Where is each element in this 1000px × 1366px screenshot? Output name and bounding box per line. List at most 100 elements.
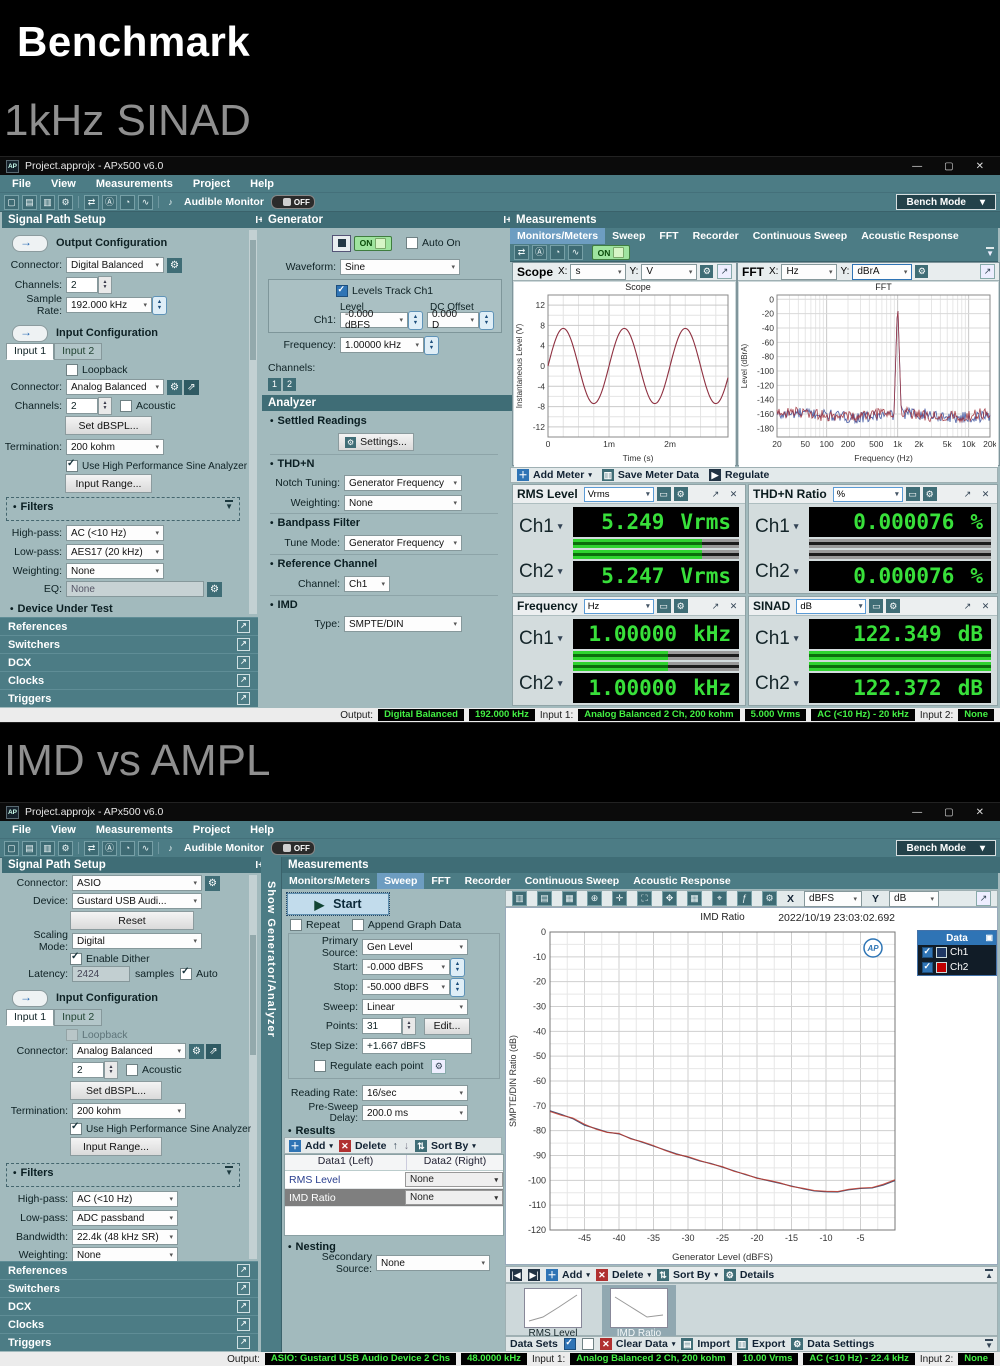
io-config-icon[interactable]: ⇄ xyxy=(514,245,529,260)
thumbnail-rms-level[interactable]: RMS Level xyxy=(524,1288,582,1339)
generator-on-toggle[interactable]: ON xyxy=(354,236,392,251)
regulate-checkbox[interactable] xyxy=(314,1060,326,1072)
last-icon[interactable]: ▶| xyxy=(528,1269,540,1281)
start-stepper[interactable]: ▲▼ xyxy=(450,958,465,977)
input-channels-stepper[interactable]: ▲▼ xyxy=(98,397,112,415)
clear-data-button[interactable]: ✕Clear Data▾ xyxy=(600,1338,675,1350)
move-down-icon[interactable]: ↓ xyxy=(404,1140,409,1152)
weighting-select[interactable]: None▾ xyxy=(66,563,164,579)
close-icon[interactable]: ✕ xyxy=(978,599,993,614)
unit-select[interactable]: Vrms▾ xyxy=(584,487,654,502)
drawer-clocks[interactable]: Clocks↗ xyxy=(0,671,258,689)
settings-icon[interactable]: ⚙ xyxy=(58,841,73,856)
imd-type-select[interactable]: SMPTE/DIN▾ xyxy=(344,616,462,632)
bandwidth-select[interactable]: 22.4k (48 kHz SR)▾ xyxy=(72,1229,178,1245)
tab-sweep[interactable]: Sweep xyxy=(605,228,652,244)
drawer-switchers[interactable]: Switchers↗ xyxy=(0,635,258,653)
tab-input1[interactable]: Input 1 xyxy=(6,1009,54,1026)
start-button[interactable]: ▶Start xyxy=(287,893,389,915)
collapse-icon[interactable]: ▲ xyxy=(985,1269,993,1280)
high-pass-select[interactable]: AC (<10 Hz)▾ xyxy=(72,1191,178,1207)
close-icon[interactable]: ✕ xyxy=(726,487,741,502)
regulate-settings-icon[interactable]: ⚙ xyxy=(431,1059,446,1074)
sample-rate-select[interactable]: 192.000 kHz▾ xyxy=(66,297,152,313)
legend-row-ch2[interactable]: Ch2 xyxy=(918,960,996,975)
level-field[interactable]: -0.000 dBFS▾ xyxy=(340,312,408,328)
secondary-source-select[interactable]: None▾ xyxy=(376,1255,490,1271)
data2-select[interactable]: None▾ xyxy=(405,1172,503,1187)
show-generator-analyzer-strip[interactable]: Show Generator/Analyzer xyxy=(261,857,282,1352)
collapse-icon[interactable]: ▼ xyxy=(225,500,233,511)
fit-icon[interactable]: ⛶ xyxy=(637,891,652,906)
high-pass-select[interactable]: AC (<10 Hz)▾ xyxy=(66,525,164,541)
connector-settings-icon[interactable]: ⚙ xyxy=(205,876,220,891)
waveform-select[interactable]: Sine▾ xyxy=(340,259,460,275)
menu-project[interactable]: Project xyxy=(193,824,230,836)
audible-monitor-toggle[interactable]: OFF xyxy=(271,195,315,209)
input-connector-select[interactable]: Analog Balanced▾ xyxy=(66,379,164,395)
channels-stepper[interactable]: ▲▼ xyxy=(98,276,112,294)
fft-y-unit-select[interactable]: dBrA▾ xyxy=(852,264,912,280)
input-connector-settings-icon[interactable]: ⚙ xyxy=(189,1044,204,1059)
tab-sweep[interactable]: Sweep xyxy=(377,873,424,889)
popout-icon[interactable]: ↗ xyxy=(708,487,723,502)
auto-on-checkbox[interactable] xyxy=(406,237,418,249)
hps-checkbox[interactable] xyxy=(70,1123,82,1135)
move-icon[interactable]: ✥ xyxy=(662,891,677,906)
signal-icon[interactable]: ∿ xyxy=(138,195,153,210)
monitor-icon[interactable]: Ⓐ xyxy=(102,841,117,856)
reading-rate-select[interactable]: 16/sec▾ xyxy=(362,1085,468,1101)
menu-help[interactable]: Help xyxy=(250,178,274,190)
first-icon[interactable]: |◀ xyxy=(510,1269,522,1281)
popout-icon[interactable]: ↗ xyxy=(717,264,732,279)
clock-icon[interactable]: ◔ xyxy=(120,195,135,210)
eq-settings-icon[interactable]: ⚙ xyxy=(207,582,222,597)
menu-file[interactable]: File xyxy=(12,824,31,836)
device-under-test-section[interactable]: Device Under Test xyxy=(10,603,113,615)
channel2-button[interactable]: 2 xyxy=(283,378,296,391)
print-icon[interactable]: ▦ xyxy=(562,891,577,906)
save-icon[interactable]: ▥ xyxy=(40,841,55,856)
popout-icon[interactable]: ↗ xyxy=(976,891,991,906)
tab-recorder[interactable]: Recorder xyxy=(458,873,518,889)
ref-channel-select[interactable]: Ch1▾ xyxy=(344,576,390,592)
channel2-selector[interactable]: Ch2▾ xyxy=(519,561,573,583)
bench-mode-button[interactable]: Bench Mode▾ xyxy=(896,194,996,210)
input-connector-settings-icon[interactable]: ⚙ xyxy=(167,380,182,395)
sample-rate-stepper[interactable]: ▲▼ xyxy=(152,296,167,315)
drawer-triggers[interactable]: Triggers↗ xyxy=(0,1333,258,1351)
low-pass-select[interactable]: AES17 (20 kHz)▾ xyxy=(66,544,164,560)
settings-icon[interactable]: ⚙ xyxy=(58,195,73,210)
filters-section-box[interactable]: Filters ▼ xyxy=(6,497,240,521)
result-row-rms[interactable]: RMS Level None▾ xyxy=(285,1171,503,1189)
column-header-data2[interactable]: Data2 (Right) xyxy=(406,1155,503,1170)
maximize-button[interactable]: ▢ xyxy=(944,161,953,172)
scrollbar[interactable] xyxy=(249,230,257,614)
drawer-dcx[interactable]: DCX↗ xyxy=(0,653,258,671)
collapse-icon[interactable]: ▼ xyxy=(985,1339,993,1350)
settled-readings-section[interactable]: Settled Readings xyxy=(270,415,367,427)
add-meter-button[interactable]: ＋Add Meter▾ xyxy=(517,469,592,481)
collapse-icon[interactable]: ▼ xyxy=(986,247,994,258)
tab-monitors-meters[interactable]: Monitors/Meters xyxy=(282,873,377,889)
bandpass-section[interactable]: Bandpass Filter xyxy=(270,517,360,529)
set-dbspl-button[interactable]: Set dBSPL... xyxy=(65,416,152,435)
generator-stop-button[interactable] xyxy=(332,235,351,252)
maximize-button[interactable]: ▢ xyxy=(944,807,953,818)
cursor-icon[interactable]: ⌖ xyxy=(712,891,727,906)
loopback-checkbox[interactable] xyxy=(66,364,78,376)
add-result-button[interactable]: ＋Add▾ xyxy=(289,1140,333,1152)
drawer-switchers[interactable]: Switchers↗ xyxy=(0,1279,258,1297)
regulate-button[interactable]: ▶Regulate xyxy=(709,469,769,481)
sweep-type-select[interactable]: Linear▾ xyxy=(362,999,468,1015)
device-select[interactable]: Gustard USB Audi...▾ xyxy=(72,893,202,909)
drawer-references[interactable]: References↗ xyxy=(0,1261,258,1279)
new-file-icon[interactable]: ▢ xyxy=(4,841,19,856)
start-field[interactable]: -0.000 dBFS▾ xyxy=(362,959,450,975)
menu-file[interactable]: File xyxy=(12,178,31,190)
channel1-selector[interactable]: Ch1▾ xyxy=(755,516,809,538)
meter-style-icon[interactable]: ▭ xyxy=(869,599,883,613)
input-channels-input[interactable]: 2 xyxy=(72,1062,104,1078)
popout-icon[interactable]: ↗ xyxy=(708,599,723,614)
add-button[interactable]: ＋Add▾ xyxy=(546,1269,590,1281)
